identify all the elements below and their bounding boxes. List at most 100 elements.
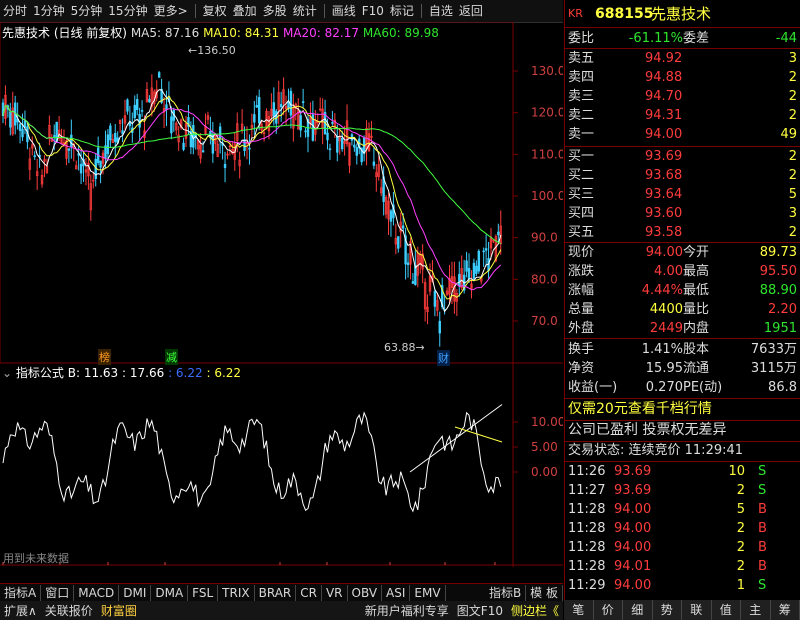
tick-time: 11:26 — [568, 464, 606, 479]
toolbar-item-8[interactable]: 统计 — [290, 0, 320, 22]
candle-body — [248, 147, 251, 150]
book-label: 卖三 — [568, 89, 595, 104]
tab-0[interactable]: 指标A — [0, 584, 42, 601]
toolbar-item-0[interactable]: 分时 — [0, 0, 30, 22]
tab-13[interactable]: 指标B — [485, 584, 527, 601]
tab-2[interactable]: MACD — [74, 584, 120, 601]
book-volume: 2 — [788, 89, 797, 104]
tab-6[interactable]: TRIX — [218, 584, 255, 601]
candle-body — [126, 99, 129, 112]
candle-body — [340, 137, 344, 150]
right-bottom-tabs: 笔价细势联值主筹 — [564, 600, 800, 620]
toolbar-item-12[interactable]: 自选 — [426, 0, 456, 22]
tick-time: 11:28 — [568, 540, 606, 555]
right-tab-1[interactable]: 价 — [594, 600, 623, 620]
stat-label-1: 收益(一) — [568, 380, 618, 395]
tab-5[interactable]: FSL — [188, 584, 219, 601]
candle-body — [299, 115, 302, 131]
candle-body — [33, 155, 36, 157]
right-tab-6[interactable]: 主 — [741, 600, 771, 620]
status-item-2[interactable]: 财富圈 — [97, 602, 141, 619]
right-tab-2[interactable]: 细 — [623, 600, 653, 620]
tab-9[interactable]: VR — [322, 584, 348, 601]
status-item-4[interactable]: 图文F10 — [453, 602, 507, 619]
toolbar-item-10[interactable]: F10 — [359, 0, 387, 22]
tag-bang[interactable]: 榜 — [98, 349, 111, 365]
candle-body — [182, 142, 185, 150]
toolbar-item-9[interactable]: 画线 — [329, 0, 359, 22]
tab-8[interactable]: CR — [296, 584, 322, 601]
tick-volume: 2 — [736, 559, 745, 574]
toolbar-item-1[interactable]: 1分钟 — [30, 0, 68, 22]
status-item-5[interactable]: 侧边栏《 — [507, 602, 563, 619]
price-axis: 130.0 120.0 110.0 100.0 90.0 80.0 70.0 — [513, 64, 563, 328]
candle-body — [99, 160, 102, 168]
tab-7[interactable]: BRAR — [255, 584, 297, 601]
candle-body — [79, 163, 83, 174]
toolbar-item-3[interactable]: 15分钟 — [105, 0, 150, 22]
divider — [565, 27, 800, 28]
candle-body — [401, 225, 405, 229]
candle-body — [133, 104, 136, 119]
tick-time: 11:28 — [568, 559, 606, 574]
right-tab-7[interactable]: 筹 — [771, 600, 800, 620]
tick-side: S — [758, 483, 767, 498]
toolbar-item-11[interactable]: 标记 — [387, 0, 417, 22]
candle-body — [331, 122, 334, 124]
tick-price: 94.00 — [614, 521, 652, 536]
indicator-tabs: 指标A 窗口 MACD DMI DMA FSL TRIX BRAR CR VR OBV ASI EMV 指… — [0, 583, 563, 601]
candle-body — [23, 120, 27, 128]
tick-volume: 2 — [736, 483, 745, 498]
kline-chart[interactable]: 130.0 120.0 110.0 100.0 90.0 80.0 70.0 10.00 5.… — [0, 22, 563, 567]
tag-jian[interactable]: 减 — [165, 349, 178, 365]
book-price: 94.88 — [645, 70, 683, 85]
tick-volume: 1 — [736, 578, 745, 593]
stat-value-1: 4.00 — [654, 264, 683, 279]
toolbar-item-7[interactable]: 多股 — [260, 0, 290, 22]
tab-12[interactable]: EMV — [410, 584, 446, 601]
stat-value-1: 94.00 — [645, 245, 683, 260]
stat-label-2: 最高 — [683, 264, 710, 279]
indicator-header[interactable]: ⌄ 指标公式 B: 11.63 : 17.66 : 6.22 : 6.22 — [2, 364, 241, 381]
promo-link[interactable]: 仅需20元查看千档行情 — [565, 400, 800, 419]
tab-3[interactable]: DMI — [119, 584, 152, 601]
status-item-3[interactable]: 新用户福利专享 — [361, 602, 453, 619]
status-item-1[interactable]: 关联报价 — [41, 602, 97, 619]
right-tab-0[interactable]: 笔 — [564, 600, 594, 620]
indicator-tick-label: 10.00 — [531, 415, 563, 429]
tag-cai[interactable]: 财 — [437, 350, 450, 366]
chevron-down-icon[interactable]: ⌄ — [2, 366, 12, 380]
stat-value-1: 4400 — [649, 302, 683, 317]
candle-body — [372, 161, 376, 166]
toolbar-item-2[interactable]: 5分钟 — [68, 0, 106, 22]
stat-value-2: 86.8 — [768, 380, 797, 395]
stat-value-2: 7633万 — [750, 342, 797, 357]
toolbar-separator — [194, 4, 196, 18]
book-price: 94.00 — [645, 127, 683, 142]
toolbar-item-13[interactable]: 返回 — [456, 0, 486, 22]
trend-line-upper — [409, 404, 503, 473]
tab-14[interactable]: 模 板 — [526, 584, 563, 601]
status-item-0[interactable]: 扩展∧ — [0, 602, 41, 619]
tab-10[interactable]: OBV — [348, 584, 383, 601]
book-row: 买一 93.69 2 — [565, 147, 800, 166]
tab-4[interactable]: DMA — [151, 584, 189, 601]
candle-body — [106, 134, 110, 155]
toolbar-item-4[interactable]: 更多> — [151, 0, 191, 22]
tab-11[interactable]: ASI — [382, 584, 411, 601]
toolbar-item-6[interactable]: 叠加 — [230, 0, 260, 22]
tab-1[interactable]: 窗口 — [41, 584, 75, 601]
right-tab-4[interactable]: 联 — [682, 600, 712, 620]
stat-value-2: 1951 — [763, 321, 797, 336]
price-tick-label: 70.0 — [531, 314, 558, 328]
right-tab-3[interactable]: 势 — [653, 600, 682, 620]
toolbar-item-5[interactable]: 复权 — [200, 0, 230, 22]
candle-body — [223, 163, 227, 169]
book-volume: 3 — [788, 51, 797, 66]
tick-side: S — [758, 464, 767, 479]
tick-time: 11:27 — [568, 483, 606, 498]
candle-body — [211, 134, 215, 154]
candle-body — [257, 97, 261, 124]
candle-body — [114, 132, 117, 142]
right-tab-5[interactable]: 值 — [712, 600, 741, 620]
